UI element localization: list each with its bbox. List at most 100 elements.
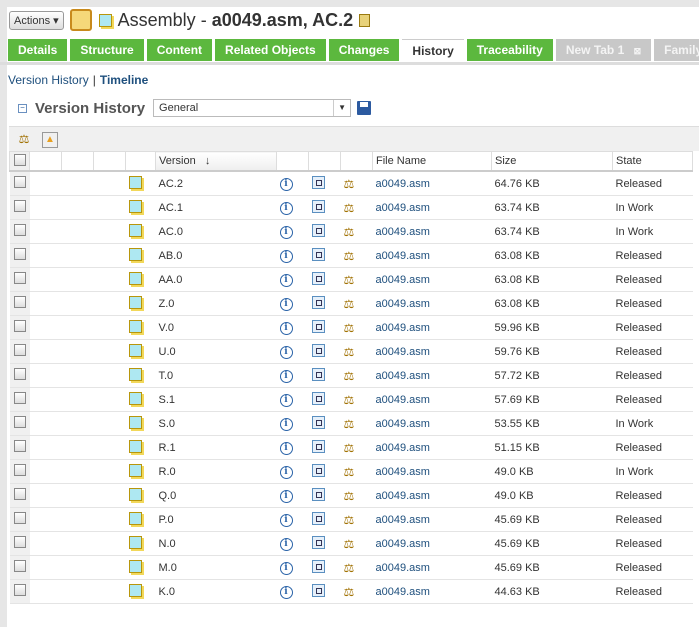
view-window-icon[interactable] — [311, 535, 325, 549]
table-row[interactable]: S.0 i ⚖ a0049.asm 53.55 KB In Work — [9, 411, 693, 436]
info-icon[interactable]: i — [279, 585, 293, 599]
file-link[interactable]: a0049.asm — [376, 442, 430, 454]
view-window-icon[interactable] — [311, 367, 325, 381]
tab-new-tab-1[interactable]: New Tab 1 ⊠ — [555, 39, 652, 61]
compare-icon[interactable]: ⚖ — [344, 561, 355, 575]
view-window-icon[interactable] — [311, 415, 325, 429]
file-link[interactable]: a0049.asm — [376, 370, 430, 382]
compare-icon[interactable]: ⚖ — [344, 297, 355, 311]
table-row[interactable]: M.0 i ⚖ a0049.asm 45.69 KB Released — [9, 555, 693, 580]
view-window-icon[interactable] — [311, 511, 325, 525]
info-icon[interactable]: i — [279, 273, 293, 287]
row-checkbox[interactable] — [13, 488, 26, 500]
view-window-icon[interactable] — [311, 487, 325, 501]
table-row[interactable]: Q.0 i ⚖ a0049.asm 49.0 KB Released — [9, 483, 693, 508]
column-header-size[interactable]: Size — [491, 151, 613, 172]
tab-content[interactable]: Content — [146, 39, 213, 61]
row-checkbox[interactable] — [13, 584, 26, 596]
view-window-icon[interactable] — [311, 247, 325, 261]
compare-icon[interactable]: ⚖ — [17, 132, 31, 146]
row-checkbox[interactable] — [13, 176, 26, 188]
info-icon[interactable]: i — [279, 561, 293, 575]
file-link[interactable]: a0049.asm — [376, 490, 430, 502]
table-row[interactable]: U.0 i ⚖ a0049.asm 59.76 KB Released — [9, 339, 693, 364]
info-icon[interactable]: i — [279, 345, 293, 359]
info-icon[interactable]: i — [279, 321, 293, 335]
save-icon[interactable] — [357, 101, 372, 115]
view-window-icon[interactable] — [311, 295, 325, 309]
row-checkbox[interactable] — [13, 320, 26, 332]
view-window-icon[interactable] — [311, 439, 325, 453]
info-icon[interactable]: i — [279, 225, 293, 239]
compare-icon[interactable]: ⚖ — [344, 369, 355, 383]
file-link[interactable]: a0049.asm — [376, 538, 430, 550]
table-row[interactable]: S.1 i ⚖ a0049.asm 57.69 KB Released — [9, 387, 693, 412]
tab-traceability[interactable]: Traceability — [466, 39, 553, 61]
timeline-link[interactable]: Timeline — [100, 73, 148, 87]
view-window-icon[interactable] — [311, 559, 325, 573]
view-window-icon[interactable] — [311, 319, 325, 333]
view-window-icon[interactable] — [311, 391, 325, 405]
compare-icon[interactable]: ⚖ — [344, 225, 355, 239]
compare-icon[interactable]: ⚖ — [344, 321, 355, 335]
compare-icon[interactable]: ⚖ — [344, 249, 355, 263]
file-link[interactable]: a0049.asm — [376, 586, 430, 598]
view-select[interactable]: General ▼ — [153, 99, 352, 117]
info-icon[interactable]: i — [279, 297, 293, 311]
info-icon[interactable]: i — [279, 417, 293, 431]
file-link[interactable]: a0049.asm — [376, 298, 430, 310]
folder-icon[interactable] — [69, 9, 92, 31]
view-window-icon[interactable] — [311, 583, 325, 597]
table-row[interactable]: AC.2 i ⚖ a0049.asm 64.76 KB Released — [9, 171, 693, 196]
compare-icon[interactable]: ⚖ — [344, 465, 355, 479]
info-icon[interactable]: i — [279, 489, 293, 503]
tab-history[interactable]: History — [402, 39, 464, 62]
view-window-icon[interactable] — [311, 175, 325, 189]
close-tab-icon[interactable]: ⊠ — [634, 46, 642, 56]
info-icon[interactable]: i — [279, 369, 293, 383]
compare-icon[interactable]: ⚖ — [344, 489, 355, 503]
row-checkbox[interactable] — [13, 416, 26, 428]
table-row[interactable]: R.1 i ⚖ a0049.asm 51.15 KB Released — [9, 435, 693, 460]
visualize-icon[interactable]: ▲ — [42, 132, 58, 148]
info-icon[interactable]: i — [279, 513, 293, 527]
compare-icon[interactable]: ⚖ — [344, 393, 355, 407]
row-checkbox[interactable] — [13, 368, 26, 380]
compare-icon[interactable]: ⚖ — [344, 585, 355, 599]
file-link[interactable]: a0049.asm — [376, 466, 430, 478]
file-link[interactable]: a0049.asm — [376, 562, 430, 574]
table-row[interactable]: AB.0 i ⚖ a0049.asm 63.08 KB Released — [9, 243, 693, 268]
table-row[interactable]: AC.1 i ⚖ a0049.asm 63.74 KB In Work — [9, 195, 693, 220]
compare-icon[interactable]: ⚖ — [344, 177, 355, 191]
file-link[interactable]: a0049.asm — [376, 346, 430, 358]
row-checkbox[interactable] — [13, 296, 26, 308]
column-header-file-name[interactable]: File Name — [372, 151, 492, 172]
chevron-down-icon[interactable]: ▼ — [333, 100, 350, 116]
view-window-icon[interactable] — [311, 223, 325, 237]
table-row[interactable]: R.0 i ⚖ a0049.asm 49.0 KB In Work — [9, 459, 693, 484]
tab-related-objects[interactable]: Related Objects — [215, 39, 326, 61]
version-history-link[interactable]: Version History — [8, 73, 89, 87]
info-icon[interactable]: i — [279, 537, 293, 551]
table-row[interactable]: AA.0 i ⚖ a0049.asm 63.08 KB Released — [9, 267, 693, 292]
row-checkbox[interactable] — [13, 440, 26, 452]
row-checkbox[interactable] — [13, 344, 26, 356]
actions-menu-button[interactable]: Actions ▾ — [9, 10, 64, 30]
row-checkbox[interactable] — [13, 560, 26, 572]
row-checkbox[interactable] — [13, 200, 26, 212]
tab-structure[interactable]: Structure — [70, 39, 144, 61]
column-header-version[interactable]: Version ↓ — [155, 151, 277, 172]
info-icon[interactable]: i — [279, 441, 293, 455]
table-row[interactable]: N.0 i ⚖ a0049.asm 45.69 KB Released — [9, 531, 693, 556]
tab-changes[interactable]: Changes — [328, 39, 400, 61]
row-checkbox[interactable] — [13, 248, 26, 260]
info-icon[interactable]: i — [279, 465, 293, 479]
row-checkbox[interactable] — [13, 464, 26, 476]
document-icon[interactable] — [359, 13, 371, 27]
compare-icon[interactable]: ⚖ — [344, 441, 355, 455]
table-row[interactable]: K.0 i ⚖ a0049.asm 44.63 KB Released — [9, 579, 693, 604]
compare-icon[interactable]: ⚖ — [344, 537, 355, 551]
file-link[interactable]: a0049.asm — [376, 322, 430, 334]
info-icon[interactable]: i — [279, 393, 293, 407]
column-header-state[interactable]: State — [612, 151, 693, 172]
